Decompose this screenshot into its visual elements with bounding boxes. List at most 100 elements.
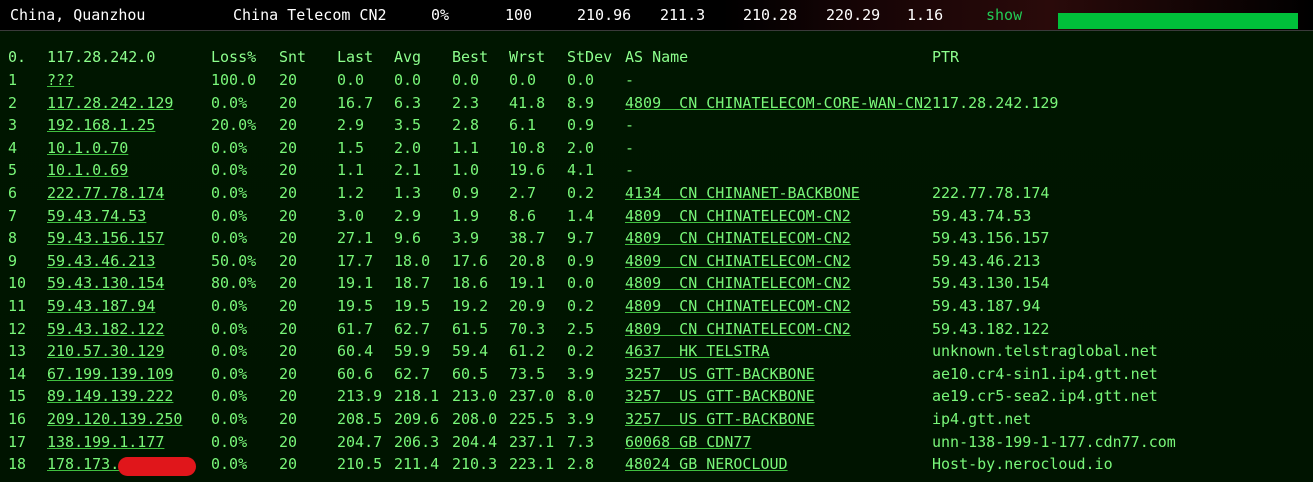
hop-ptr: 59.43.187.94 (932, 297, 1041, 315)
show-details-link[interactable]: show (986, 6, 1022, 24)
hop-host-link[interactable]: 209.120.139.250 (47, 410, 182, 428)
hop-host-link[interactable]: 89.149.139.222 (47, 387, 173, 405)
hop-loss: 100.0 (211, 71, 257, 89)
hop-index: 1 (8, 71, 18, 89)
hop-avg: 62.7 (394, 364, 431, 383)
hop-best: 1.9 (452, 206, 480, 225)
hop-stdev: 0.0 (567, 274, 595, 293)
hop-best: 61.5 (452, 319, 489, 338)
hop-best: 208.0 (452, 410, 498, 428)
hop-as-name[interactable]: 4809 CN CHINATELECOM-CN2 (625, 320, 851, 338)
hop-host-link[interactable]: 59.43.182.122 (47, 320, 164, 338)
hop-best: 19.2 (452, 297, 489, 315)
hop-loss: 20.0% (211, 116, 257, 135)
hop-last: 19.1 (337, 274, 374, 293)
hop-avg: 211.4 (394, 455, 440, 474)
hop-stdev: 2.8 (567, 455, 595, 474)
hop-ptr: 59.43.74.53 (932, 206, 1032, 225)
hop-as-name[interactable]: 3257 US GTT-BACKBONE (625, 365, 815, 383)
hop-sent: 20 (279, 229, 298, 248)
hop-worst: 10.8 (509, 138, 546, 157)
hop-worst: 237.1 (509, 432, 555, 451)
hop-worst: 225.5 (509, 410, 555, 428)
hop-host-link[interactable]: 210.57.30.129 (47, 342, 164, 360)
hop-as-name[interactable]: 48024 GB NEROCLOUD (625, 455, 788, 473)
hop-ptr: ae10.cr4-sin1.ip4.gtt.net (932, 364, 1158, 383)
hop-as-name[interactable]: 4134 CN CHINANET-BACKBONE (625, 184, 860, 202)
header-as: AS Name (625, 48, 689, 66)
hop-index: 14 (8, 364, 27, 383)
hop-as-name[interactable]: 4809 CN CHINATELECOM-CN2 (625, 207, 851, 225)
hop-stdev: 2.5 (567, 319, 595, 338)
hop-worst: 73.5 (509, 364, 546, 383)
hop-ptr: unknown.telstraglobal.net (932, 342, 1158, 361)
hop-sent: 20 (279, 116, 298, 135)
hop-as-name[interactable]: 4809 CN CHINATELECOM-CN2 (625, 252, 851, 270)
hop-last: 204.7 (337, 432, 383, 451)
hop-host-link[interactable]: ??? (47, 71, 74, 89)
hop-stdev: 8.0 (567, 387, 595, 406)
hop-index: 12 (8, 319, 27, 338)
hop-as-name[interactable]: 3257 US GTT-BACKBONE (625, 387, 815, 405)
hop-stdev: 0.9 (567, 116, 595, 135)
redaction-mark (118, 457, 196, 477)
hop-sent: 20 (279, 251, 298, 270)
hop-loss: 0.0% (211, 206, 248, 225)
hop-as-name: - (625, 161, 635, 180)
table-row: 1??? 100.0 20 0.0 0.0 0.0 0.0 0.0 - (0, 71, 1313, 93)
summary-location: China, Quanzhou (10, 6, 146, 24)
hop-index: 16 (8, 410, 27, 428)
hop-host-link[interactable]: 222.77.78.174 (47, 184, 164, 202)
hop-loss: 0.0% (211, 364, 248, 383)
hop-as-name[interactable]: 60068 GB CDN77 (625, 433, 751, 451)
hop-stdev: 0.2 (567, 184, 595, 202)
hop-loss: 0.0% (211, 342, 248, 361)
hop-host-link[interactable]: 59.43.156.157 (47, 229, 164, 247)
hop-host-link[interactable]: 10.1.0.69 (47, 161, 128, 179)
hop-host-link[interactable]: 59.43.74.53 (47, 207, 146, 225)
hop-host-link[interactable]: 59.43.187.94 (47, 297, 155, 315)
hop-as-name[interactable]: 4809 CN CHINATELECOM-CN2 (625, 229, 851, 247)
hop-last: 16.7 (337, 93, 374, 112)
hop-as-name[interactable]: 4809 CN CHINATELECOM-CORE-WAN-CN2 (625, 94, 932, 112)
hop-worst: 237.0 (509, 387, 555, 406)
hop-host-link[interactable]: 117.28.242.129 (47, 94, 173, 112)
hop-as-name[interactable]: 3257 US GTT-BACKBONE (625, 410, 815, 428)
hop-best: 213.0 (452, 387, 498, 406)
hop-sent: 20 (279, 410, 298, 428)
hop-index: 2 (8, 93, 18, 112)
hop-loss: 0.0% (211, 229, 248, 248)
hop-last: 210.5 (337, 455, 383, 474)
hop-best: 2.8 (452, 116, 480, 135)
hop-loss: 0.0% (211, 410, 248, 428)
hop-host-link[interactable]: 59.43.130.154 (47, 274, 164, 292)
hop-host-link[interactable]: 138.199.1.177 (47, 433, 164, 451)
hop-loss: 0.0% (211, 387, 248, 406)
hop-sent: 20 (279, 319, 298, 338)
hop-host-link[interactable]: 67.199.139.109 (47, 365, 173, 383)
header-idx: 0. (8, 48, 27, 66)
hop-loss: 0.0% (211, 161, 248, 180)
hop-last: 1.1 (337, 161, 365, 180)
hop-avg: 18.0 (394, 251, 431, 270)
hop-as-name[interactable]: 4809 CN CHINATELECOM-CN2 (625, 297, 851, 315)
hop-as-name[interactable]: 4809 CN CHINATELECOM-CN2 (625, 274, 851, 292)
hop-as-name[interactable]: 4637 HK TELSTRA (625, 342, 770, 360)
hop-worst: 6.1 (509, 116, 537, 135)
hop-loss: 80.0% (211, 274, 257, 293)
latency-bar (1058, 13, 1298, 29)
hop-avg: 206.3 (394, 432, 440, 451)
hop-host-link[interactable]: 192.168.1.25 (47, 116, 155, 134)
hop-index: 5 (8, 161, 18, 180)
hop-host-link[interactable]: 178.173. (47, 455, 119, 473)
hop-loss: 0.0% (211, 138, 248, 157)
header-ptr: PTR (932, 48, 960, 66)
summary-worst: 220.29 (826, 6, 881, 24)
hop-stdev: 0.0 (567, 71, 595, 89)
hop-avg: 2.9 (394, 206, 422, 225)
table-row: 5 10.1.0.69 0.0% 20 1.1 2.1 1.0 19.6 4.1 - (0, 161, 1313, 183)
hop-host-link[interactable]: 59.43.46.213 (47, 252, 155, 270)
hop-avg: 59.9 (394, 342, 431, 361)
hop-host-link[interactable]: 10.1.0.70 (47, 139, 128, 157)
hop-avg: 2.0 (394, 138, 422, 157)
